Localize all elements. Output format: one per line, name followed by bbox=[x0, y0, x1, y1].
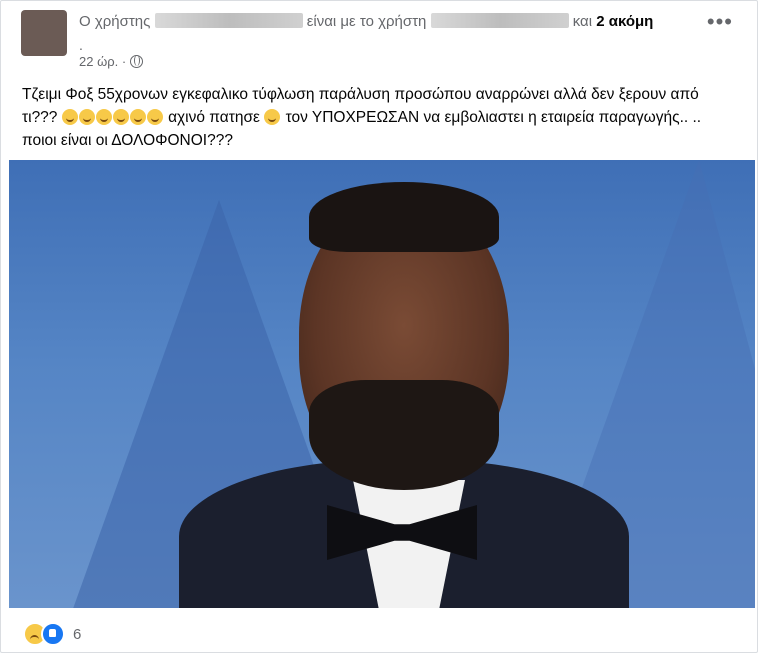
post-text-part-2: αχινό πατησε bbox=[168, 109, 260, 126]
facebook-post: Ο χρήστης είναι με το χρήστη και 2 ακόμη… bbox=[0, 0, 758, 653]
like-reaction-icon bbox=[41, 622, 65, 646]
rofl-emoji-icon bbox=[95, 109, 112, 125]
winking-tongue-emoji-icon bbox=[78, 109, 95, 125]
redacted-tagged-name bbox=[430, 13, 569, 28]
rofl-emoji-icon bbox=[129, 109, 146, 125]
reactions-bar[interactable]: 6 bbox=[23, 622, 81, 646]
post-timestamp[interactable]: 22 ώρ. · bbox=[79, 54, 126, 69]
header-connector: και bbox=[572, 13, 593, 30]
rofl-emoji-icon bbox=[112, 109, 129, 125]
header-trailing-dot: . bbox=[79, 37, 83, 53]
avatar[interactable] bbox=[21, 10, 67, 56]
post-photo[interactable] bbox=[9, 160, 755, 608]
photo-beard bbox=[309, 380, 499, 490]
post-header: Ο χρήστης είναι με το χρήστη και 2 ακόμη bbox=[79, 13, 653, 30]
more-options-button[interactable]: ••• bbox=[707, 11, 733, 33]
header-prefix: Ο χρήστης bbox=[79, 13, 151, 30]
winking-tongue-emoji-icon bbox=[61, 109, 78, 125]
post-text: Τζειμι Φοξ 55χρονων εγκεφαλικο τύφλωση π… bbox=[22, 83, 737, 152]
rofl-emoji-icon bbox=[146, 109, 163, 125]
header-middle: είναι με το χρήστη bbox=[306, 13, 427, 30]
reaction-count: 6 bbox=[73, 625, 82, 643]
globe-icon bbox=[130, 55, 144, 68]
winking-tongue-emoji-icon bbox=[264, 109, 281, 125]
photo-hair bbox=[309, 182, 499, 252]
others-link[interactable]: 2 ακόμη bbox=[596, 13, 653, 30]
redacted-name bbox=[154, 13, 303, 28]
post-meta: 22 ώρ. · bbox=[79, 54, 144, 69]
